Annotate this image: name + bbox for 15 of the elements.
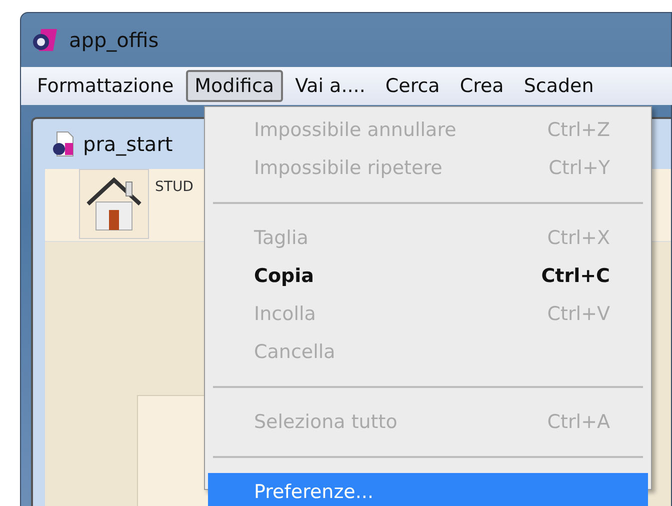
menu-item[interactable]: Formattazione (29, 71, 182, 101)
menu-item[interactable]: Modifica (186, 70, 284, 102)
child-window-title: pra_start (83, 132, 173, 156)
toolbar-label: STUD (155, 179, 194, 195)
menu-item[interactable]: Scaden (516, 71, 602, 101)
home-button[interactable] (79, 169, 149, 239)
menu-entry[interactable]: Copia Ctrl+C (208, 257, 648, 295)
menu-item[interactable]: Crea (452, 71, 512, 101)
window-title: app_offis (69, 28, 159, 52)
menu-item[interactable]: Vai a.... (287, 71, 374, 101)
menu-entry[interactable]: Preferenze... (208, 473, 648, 506)
menu-item[interactable]: Cerca (377, 71, 448, 101)
house-icon (84, 176, 144, 232)
app-icon (31, 27, 59, 53)
document-icon (51, 131, 75, 157)
